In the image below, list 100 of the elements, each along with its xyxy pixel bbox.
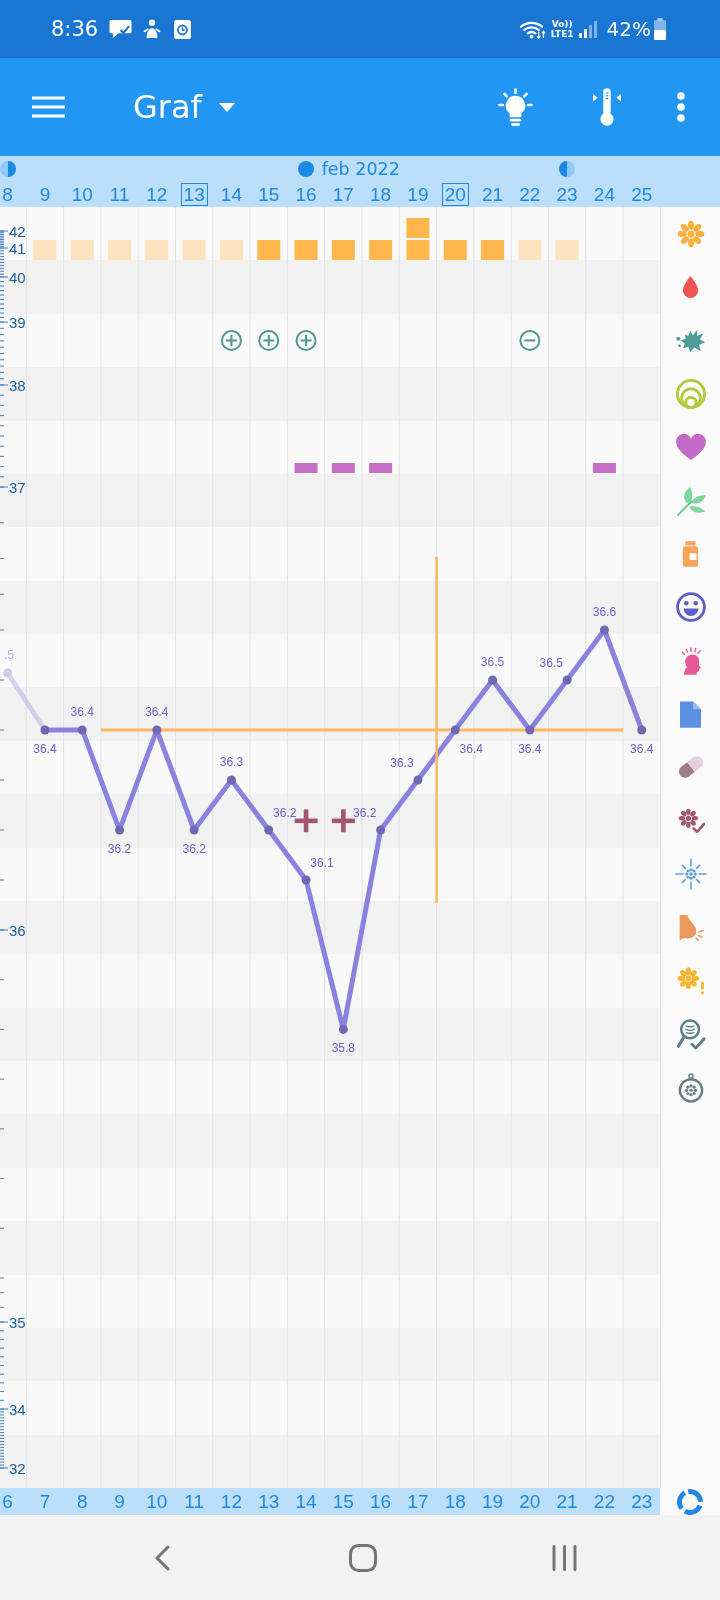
fertility-marker [369,240,393,260]
date-label: 13 [180,183,208,206]
data-point [40,725,50,735]
intercourse-marker [592,463,616,473]
data-point [115,825,125,835]
date-label: 16 [294,183,318,206]
date-label: 21 [480,183,505,206]
data-label: 36.4 [33,742,57,756]
date-label: 18 [369,183,393,206]
intercourse-marker [331,463,355,473]
fertility-marker [33,240,57,260]
smiley-icon[interactable] [675,592,706,623]
data-label: 36.5 [480,655,505,669]
data-label: 36.2 [352,806,377,820]
half-moon-icon [559,161,576,177]
view-dropdown[interactable]: Graf [133,88,235,126]
date-label: 22 [518,183,542,206]
cycle-day-label: 17 [407,1490,429,1513]
cycle-day-label: 11 [184,1490,204,1513]
fertility-marker [406,218,430,260]
thermometer-icon[interactable] [593,87,621,127]
clipped-label: .5 [4,648,14,662]
cycle-day-label: 22 [593,1490,615,1513]
data-point [599,625,609,635]
data-point [562,675,572,685]
month-label: feb 2022 [321,158,400,180]
battery-percent: 42% [606,17,651,41]
cycle-day-label: 16 [370,1490,392,1513]
lightbulb-icon[interactable] [498,87,533,127]
intercourse-marker [369,463,393,473]
home-icon[interactable] [349,1543,377,1572]
magnifier-check-icon[interactable] [675,1018,706,1050]
recents-icon[interactable] [551,1544,578,1571]
breast-icon[interactable] [677,914,704,941]
data-label: 36.5 [539,656,563,670]
cycle-day-label: 7 [39,1490,51,1513]
fertility-marker [182,240,206,260]
drop-icon[interactable] [682,276,699,299]
date-label: 8 [1,183,14,206]
date-label: 19 [406,183,430,206]
data-point [264,825,274,835]
data-point [301,875,311,885]
flower-check-icon[interactable] [676,807,705,835]
data-point [226,775,236,785]
scale-label: 35 [9,1313,26,1331]
plus-circle-icon [258,329,280,351]
menu-icon[interactable] [32,96,65,118]
plus-icon [331,809,355,833]
data-point [413,775,423,785]
intercourse-marker [294,463,318,473]
burst-icon[interactable] [674,858,707,891]
scale-label: 32 [9,1459,26,1477]
data-point [77,725,87,735]
data-point [376,825,386,835]
data-label: 36.6 [592,605,617,619]
date-label: 20 [441,183,469,206]
data-point [189,825,199,835]
heart-icon[interactable] [675,434,706,461]
fertility-marker [555,240,579,260]
date-label: 25 [630,183,654,206]
cycle-icon[interactable] [677,1488,703,1515]
stopwatch-icon[interactable] [677,1072,704,1103]
volte-label: Vo)) [551,19,573,29]
cycle-day-label: 19 [481,1490,504,1513]
data-label: 36.4 [518,742,542,756]
data-point [152,725,162,735]
fertility-marker [219,240,243,260]
data-label: 36.2 [273,806,297,820]
scale-label: 36 [9,921,26,939]
flower-alert-icon[interactable] [676,966,705,996]
plus-icon [294,809,318,833]
scale-label: 40 [9,268,26,286]
date-label: 23 [555,183,579,206]
fertility-marker [518,240,542,260]
data-point [488,675,498,685]
data-point [338,1024,348,1034]
flower-icon[interactable] [676,219,705,248]
person-icon [143,19,162,39]
leaf-icon[interactable] [675,485,706,516]
fertility-marker [331,240,355,260]
fertility-marker [481,240,505,260]
clock-time: 8:36 [51,17,99,41]
cycle-day-label: 6 [2,1490,13,1513]
fertility-marker [145,240,169,260]
cycle-day-label: 12 [220,1490,242,1513]
data-label: 36.3 [219,755,244,769]
data-label: 36.2 [107,842,132,856]
fertility-marker [70,240,94,260]
data-point [637,725,647,735]
bottle-icon[interactable] [682,540,699,567]
fertility-marker [294,240,318,260]
document-icon[interactable] [680,700,701,728]
half-moon-icon [0,161,16,177]
cycle-day-label: 8 [76,1490,88,1513]
rings-icon[interactable] [675,378,706,409]
more-icon[interactable] [677,92,685,122]
back-icon[interactable] [154,1544,170,1571]
date-label: 11 [108,183,131,206]
data-label: 35.8 [331,1041,356,1056]
cycle-day-label: 20 [519,1490,541,1513]
